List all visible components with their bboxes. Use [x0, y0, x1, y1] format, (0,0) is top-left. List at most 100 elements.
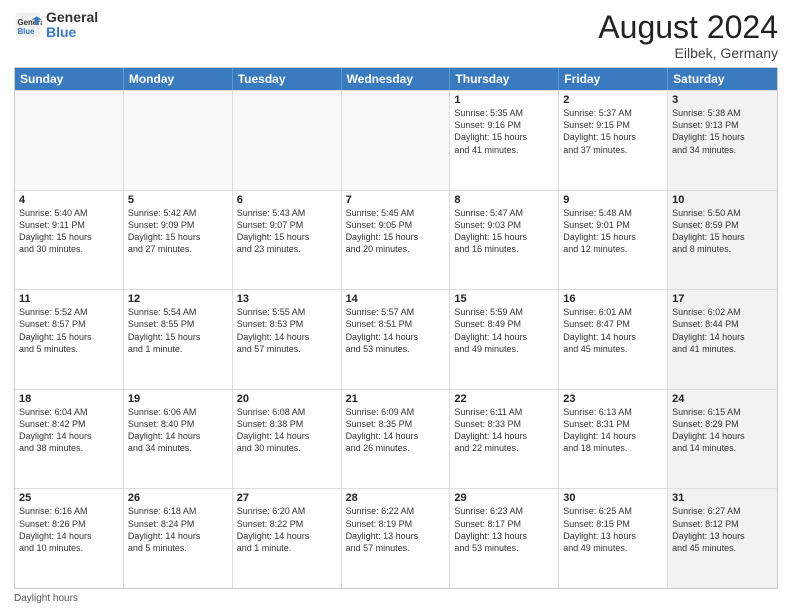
calendar-header-cell: Monday — [124, 68, 233, 90]
cell-info: Sunrise: 5:45 AM Sunset: 9:05 PM Dayligh… — [346, 207, 446, 256]
calendar-header-cell: Sunday — [15, 68, 124, 90]
calendar-cell: 3Sunrise: 5:38 AM Sunset: 9:13 PM Daylig… — [668, 91, 777, 190]
calendar-cell: 12Sunrise: 5:54 AM Sunset: 8:55 PM Dayli… — [124, 290, 233, 389]
calendar-cell: 17Sunrise: 6:02 AM Sunset: 8:44 PM Dayli… — [668, 290, 777, 389]
cell-info: Sunrise: 5:59 AM Sunset: 8:49 PM Dayligh… — [454, 306, 554, 355]
page: General Blue General Blue August 2024 Ei… — [0, 0, 792, 612]
calendar-header: SundayMondayTuesdayWednesdayThursdayFrid… — [15, 68, 777, 90]
calendar-cell: 23Sunrise: 6:13 AM Sunset: 8:31 PM Dayli… — [559, 390, 668, 489]
calendar-cell: 27Sunrise: 6:20 AM Sunset: 8:22 PM Dayli… — [233, 489, 342, 588]
day-number: 8 — [454, 194, 554, 206]
cell-info: Sunrise: 6:20 AM Sunset: 8:22 PM Dayligh… — [237, 505, 337, 554]
calendar-row: 18Sunrise: 6:04 AM Sunset: 8:42 PM Dayli… — [15, 389, 777, 489]
day-number: 31 — [672, 492, 773, 504]
day-number: 12 — [128, 293, 228, 305]
day-number: 3 — [672, 94, 773, 106]
calendar-cell: 1Sunrise: 5:35 AM Sunset: 9:16 PM Daylig… — [450, 91, 559, 190]
calendar: SundayMondayTuesdayWednesdayThursdayFrid… — [14, 67, 778, 589]
month-year: August 2024 — [598, 10, 778, 45]
day-number: 28 — [346, 492, 446, 504]
day-number: 26 — [128, 492, 228, 504]
calendar-body: 1Sunrise: 5:35 AM Sunset: 9:16 PM Daylig… — [15, 90, 777, 588]
day-number: 27 — [237, 492, 337, 504]
day-number: 4 — [19, 194, 119, 206]
calendar-cell: 18Sunrise: 6:04 AM Sunset: 8:42 PM Dayli… — [15, 390, 124, 489]
cell-info: Sunrise: 6:22 AM Sunset: 8:19 PM Dayligh… — [346, 505, 446, 554]
calendar-row: 11Sunrise: 5:52 AM Sunset: 8:57 PM Dayli… — [15, 289, 777, 389]
svg-text:Blue: Blue — [18, 27, 36, 36]
cell-info: Sunrise: 6:02 AM Sunset: 8:44 PM Dayligh… — [672, 306, 773, 355]
cell-info: Sunrise: 6:11 AM Sunset: 8:33 PM Dayligh… — [454, 406, 554, 455]
day-number: 24 — [672, 393, 773, 405]
day-number: 19 — [128, 393, 228, 405]
logo-general-text: General — [46, 10, 98, 25]
calendar-cell: 15Sunrise: 5:59 AM Sunset: 8:49 PM Dayli… — [450, 290, 559, 389]
day-number: 16 — [563, 293, 663, 305]
calendar-cell — [233, 91, 342, 190]
cell-info: Sunrise: 5:57 AM Sunset: 8:51 PM Dayligh… — [346, 306, 446, 355]
cell-info: Sunrise: 5:38 AM Sunset: 9:13 PM Dayligh… — [672, 107, 773, 156]
logo-blue-text: Blue — [46, 25, 98, 40]
cell-info: Sunrise: 6:27 AM Sunset: 8:12 PM Dayligh… — [672, 505, 773, 554]
calendar-cell: 4Sunrise: 5:40 AM Sunset: 9:11 PM Daylig… — [15, 191, 124, 290]
calendar-header-cell: Thursday — [450, 68, 559, 90]
day-number: 7 — [346, 194, 446, 206]
calendar-header-cell: Wednesday — [342, 68, 451, 90]
header: General Blue General Blue August 2024 Ei… — [14, 10, 778, 61]
calendar-cell: 19Sunrise: 6:06 AM Sunset: 8:40 PM Dayli… — [124, 390, 233, 489]
calendar-cell: 5Sunrise: 5:42 AM Sunset: 9:09 PM Daylig… — [124, 191, 233, 290]
cell-info: Sunrise: 5:47 AM Sunset: 9:03 PM Dayligh… — [454, 207, 554, 256]
cell-info: Sunrise: 6:23 AM Sunset: 8:17 PM Dayligh… — [454, 505, 554, 554]
day-number: 2 — [563, 94, 663, 106]
calendar-header-cell: Friday — [559, 68, 668, 90]
day-number: 15 — [454, 293, 554, 305]
cell-info: Sunrise: 6:15 AM Sunset: 8:29 PM Dayligh… — [672, 406, 773, 455]
cell-info: Sunrise: 6:08 AM Sunset: 8:38 PM Dayligh… — [237, 406, 337, 455]
cell-info: Sunrise: 5:50 AM Sunset: 8:59 PM Dayligh… — [672, 207, 773, 256]
cell-info: Sunrise: 6:16 AM Sunset: 8:26 PM Dayligh… — [19, 505, 119, 554]
day-number: 29 — [454, 492, 554, 504]
cell-info: Sunrise: 5:48 AM Sunset: 9:01 PM Dayligh… — [563, 207, 663, 256]
location: Eilbek, Germany — [598, 45, 778, 61]
calendar-row: 4Sunrise: 5:40 AM Sunset: 9:11 PM Daylig… — [15, 190, 777, 290]
cell-info: Sunrise: 5:37 AM Sunset: 9:15 PM Dayligh… — [563, 107, 663, 156]
day-number: 25 — [19, 492, 119, 504]
cell-info: Sunrise: 5:35 AM Sunset: 9:16 PM Dayligh… — [454, 107, 554, 156]
calendar-cell: 31Sunrise: 6:27 AM Sunset: 8:12 PM Dayli… — [668, 489, 777, 588]
logo: General Blue General Blue — [14, 10, 98, 41]
calendar-header-cell: Saturday — [668, 68, 777, 90]
cell-info: Sunrise: 6:04 AM Sunset: 8:42 PM Dayligh… — [19, 406, 119, 455]
day-number: 9 — [563, 194, 663, 206]
calendar-cell: 9Sunrise: 5:48 AM Sunset: 9:01 PM Daylig… — [559, 191, 668, 290]
calendar-cell: 26Sunrise: 6:18 AM Sunset: 8:24 PM Dayli… — [124, 489, 233, 588]
calendar-cell: 7Sunrise: 5:45 AM Sunset: 9:05 PM Daylig… — [342, 191, 451, 290]
calendar-row: 25Sunrise: 6:16 AM Sunset: 8:26 PM Dayli… — [15, 488, 777, 588]
cell-info: Sunrise: 6:25 AM Sunset: 8:15 PM Dayligh… — [563, 505, 663, 554]
cell-info: Sunrise: 5:40 AM Sunset: 9:11 PM Dayligh… — [19, 207, 119, 256]
day-number: 22 — [454, 393, 554, 405]
calendar-row: 1Sunrise: 5:35 AM Sunset: 9:16 PM Daylig… — [15, 90, 777, 190]
cell-info: Sunrise: 6:01 AM Sunset: 8:47 PM Dayligh… — [563, 306, 663, 355]
cell-info: Sunrise: 6:13 AM Sunset: 8:31 PM Dayligh… — [563, 406, 663, 455]
calendar-header-cell: Tuesday — [233, 68, 342, 90]
day-number: 1 — [454, 94, 554, 106]
day-number: 6 — [237, 194, 337, 206]
day-number: 17 — [672, 293, 773, 305]
cell-info: Sunrise: 6:09 AM Sunset: 8:35 PM Dayligh… — [346, 406, 446, 455]
logo-text: General Blue — [46, 10, 98, 41]
cell-info: Sunrise: 5:42 AM Sunset: 9:09 PM Dayligh… — [128, 207, 228, 256]
cell-info: Sunrise: 6:06 AM Sunset: 8:40 PM Dayligh… — [128, 406, 228, 455]
calendar-cell: 2Sunrise: 5:37 AM Sunset: 9:15 PM Daylig… — [559, 91, 668, 190]
calendar-cell: 28Sunrise: 6:22 AM Sunset: 8:19 PM Dayli… — [342, 489, 451, 588]
calendar-cell: 13Sunrise: 5:55 AM Sunset: 8:53 PM Dayli… — [233, 290, 342, 389]
calendar-cell: 8Sunrise: 5:47 AM Sunset: 9:03 PM Daylig… — [450, 191, 559, 290]
day-number: 18 — [19, 393, 119, 405]
calendar-cell: 24Sunrise: 6:15 AM Sunset: 8:29 PM Dayli… — [668, 390, 777, 489]
cell-info: Sunrise: 5:52 AM Sunset: 8:57 PM Dayligh… — [19, 306, 119, 355]
calendar-cell: 10Sunrise: 5:50 AM Sunset: 8:59 PM Dayli… — [668, 191, 777, 290]
calendar-cell — [342, 91, 451, 190]
day-number: 13 — [237, 293, 337, 305]
day-number: 11 — [19, 293, 119, 305]
calendar-cell — [124, 91, 233, 190]
title-block: August 2024 Eilbek, Germany — [598, 10, 778, 61]
